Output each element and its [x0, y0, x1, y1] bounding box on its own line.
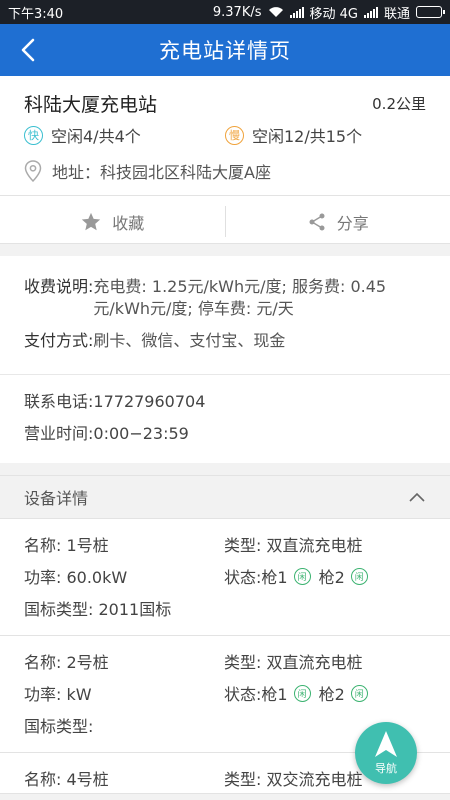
device-item: 名称: 1号桩 类型: 双直流充电桩 功率: 60.0kW 状态: 枪1 闲 枪…: [0, 519, 450, 636]
favorite-label: 收藏: [112, 213, 145, 233]
gun2-label: 枪2: [318, 568, 345, 587]
device-status: 状态: 枪1 闲 枪2 闲: [224, 565, 426, 587]
device-name: 名称: 2号桩: [24, 653, 109, 672]
status-carrier2: 联通: [383, 6, 410, 22]
battery-icon: [416, 6, 445, 18]
share-icon: [309, 213, 325, 230]
idle-badge: 闲: [293, 567, 311, 585]
station-card: 科陆大厦充电站 0.2公里 快 空闲4/共4个 慢 空闲12/共15个 地址：科…: [0, 76, 450, 244]
device-power: 功率: 60.0kW: [24, 568, 128, 587]
action-bar: 收藏 分享: [0, 200, 450, 244]
station-name: 科陆大厦充电站: [24, 94, 158, 116]
payment-label: 支付方式:: [24, 331, 94, 350]
payment-value: 刷卡、微信、支付宝、现金: [93, 331, 286, 350]
fast-charger-availability: 快 空闲4/共4个: [24, 123, 225, 147]
favorite-button[interactable]: 收藏: [0, 200, 225, 243]
station-info: 科陆大厦充电站 0.2公里 快 空闲4/共4个 慢 空闲12/共15个 地址：科…: [0, 76, 450, 196]
chevron-left-icon: [21, 38, 35, 62]
wifi-icon: [268, 7, 283, 17]
device-status: 状态: 枪1 闲 枪2 闲: [224, 682, 426, 704]
star-icon: [82, 212, 101, 230]
device-power: 功率: kW: [24, 685, 92, 704]
idle-badge: 闲: [350, 567, 368, 585]
device-name: 名称: 1号桩: [24, 536, 109, 555]
chevron-up-icon: [409, 492, 425, 502]
status-label: 状态:: [224, 685, 262, 704]
back-button[interactable]: [14, 36, 42, 64]
fast-charge-badge: 快: [24, 125, 43, 145]
gun2-label: 枪2: [318, 685, 345, 704]
device-section-title: 设备详情: [24, 489, 89, 508]
contact-info: 联系电话: 17727960704 营业时间: 0:00−23:59: [0, 375, 450, 463]
fee-info: 收费说明: 充电费: 1.25元/kWh元/度; 服务费: 0.45元/kWh元…: [0, 256, 450, 375]
station-distance: 0.2公里: [372, 95, 426, 113]
phone-value[interactable]: 17727960704: [93, 391, 205, 413]
status-speed: 9.37K/s: [212, 4, 262, 20]
navigate-label: 导航: [375, 762, 397, 775]
location-pin-icon: [24, 160, 42, 182]
idle-badge: 闲: [350, 684, 368, 702]
fee-label: 收费说明:: [24, 277, 94, 296]
status-carrier1: 移动 4G: [309, 6, 358, 22]
device-type: 类型: 双直流充电桩: [224, 653, 363, 672]
signal-icon: [289, 6, 304, 18]
hours-value: 0:00−23:59: [93, 424, 189, 443]
idle-badge: 闲: [293, 684, 311, 702]
hours-label: 营业时间:: [24, 424, 94, 443]
device-type: 类型: 双直流充电桩: [224, 536, 363, 555]
navigate-button[interactable]: 导航: [355, 722, 417, 784]
share-label: 分享: [336, 213, 369, 233]
page-title: 充电站详情页: [159, 39, 291, 63]
status-time: 下午3:40: [8, 6, 64, 22]
gun1-label: 枪1: [261, 685, 288, 704]
device-standard: 国标类型: 2011国标: [24, 600, 172, 619]
gun1-label: 枪1: [261, 568, 288, 587]
share-button[interactable]: 分享: [226, 200, 450, 243]
status-bar: 下午3:40 9.37K/s 移动 4G 联通: [0, 0, 450, 24]
phone-label: 联系电话:: [24, 392, 94, 411]
device-section-header[interactable]: 设备详情: [0, 475, 450, 519]
fast-charger-text: 空闲4/共4个: [51, 127, 141, 146]
signal-icon-2: [363, 6, 378, 18]
device-name: 名称: 4号桩: [24, 770, 109, 789]
app-bar: 充电站详情页: [0, 24, 450, 76]
slow-charger-text: 空闲12/共15个: [252, 127, 363, 146]
status-label: 状态:: [224, 568, 262, 587]
slow-charger-availability: 慢 空闲12/共15个: [225, 123, 426, 147]
fee-value: 充电费: 1.25元/kWh元/度; 服务费: 0.45元/kWh元/度; 停车…: [93, 277, 387, 318]
slow-charge-badge: 慢: [225, 125, 244, 145]
station-address: 地址：科技园北区科陆大厦A座: [52, 163, 271, 182]
status-right: 9.37K/s 移动 4G 联通: [212, 3, 445, 22]
navigation-arrow-icon: [375, 731, 397, 757]
